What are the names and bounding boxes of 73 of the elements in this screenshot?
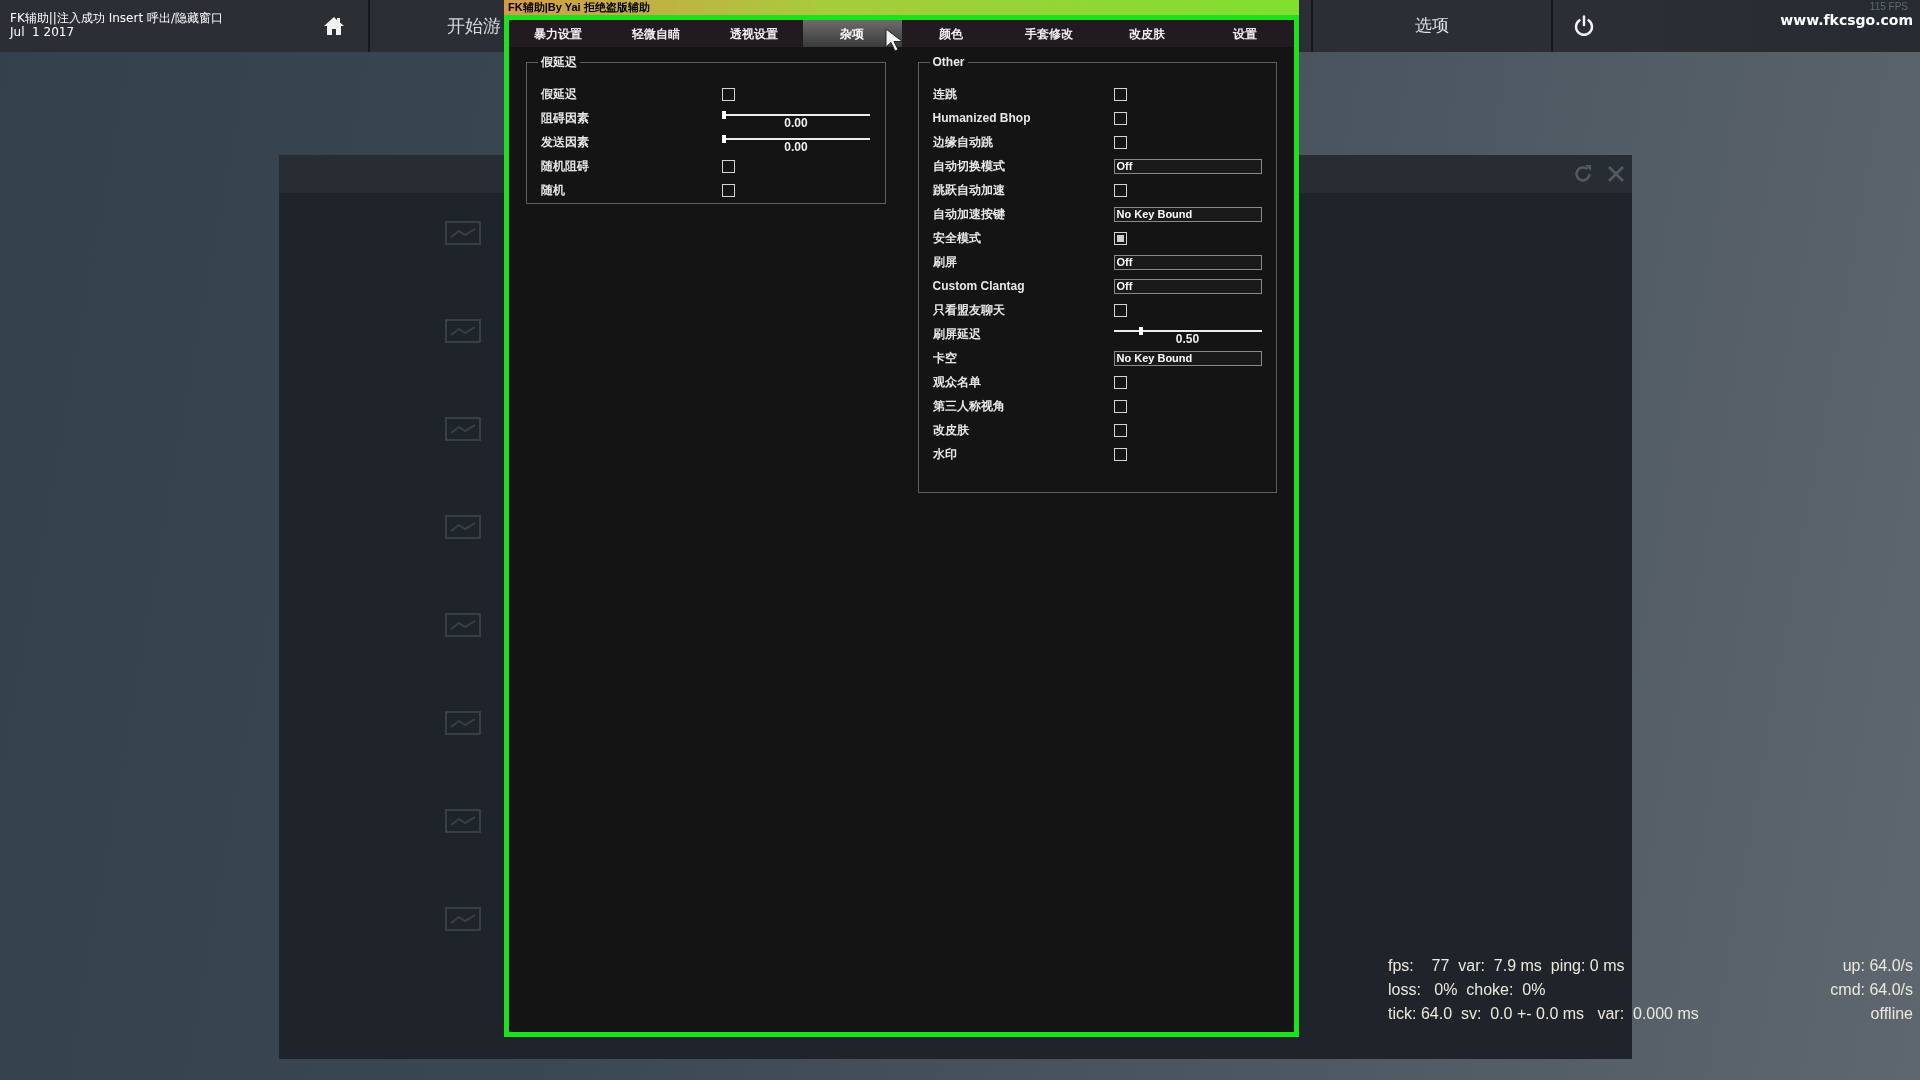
setting-label: 只看盟友聊天 (932, 303, 1005, 317)
setting-label: 边缘自动跳 (932, 135, 993, 149)
dropdown-field[interactable]: Off (1113, 254, 1262, 270)
menu-tab[interactable]: 杂项 (803, 20, 902, 47)
setting-label: 刷屏延迟 (932, 327, 981, 341)
checkbox[interactable] (1113, 447, 1127, 461)
net-graph-line: cmd: 64.0/s (1830, 980, 1913, 1000)
setting-label: 安全模式 (932, 231, 981, 245)
menu-tab[interactable]: 设置 (1195, 20, 1294, 47)
menu-tab[interactable]: 手套修改 (999, 20, 1098, 47)
setting-label: 自动加速按键 (932, 207, 1005, 221)
setting-label: 阻碍因素 (541, 111, 589, 125)
net-graph-line: fps: 77 var: 7.9 ms ping: 0 ms (1388, 956, 1625, 976)
power-icon (1573, 15, 1595, 37)
menu-tab[interactable]: 颜色 (901, 20, 1000, 47)
setting-label: 随机阻碍 (541, 159, 589, 173)
menu-tab[interactable]: 轻微自瞄 (607, 20, 706, 47)
checkbox[interactable] (1113, 87, 1127, 101)
keybind-field[interactable]: No Key Bound (1113, 350, 1262, 366)
setting-label: 观众名单 (932, 375, 981, 389)
group-title: 假延迟 (538, 55, 580, 69)
status-line: Jul 1 2017 (10, 25, 75, 39)
setting-label: Humanized Bhop (932, 111, 1031, 125)
net-graph-line: tick: 64.0 sv: 0.0 +- 0.0 ms var: 0.000 ms (1388, 1004, 1699, 1024)
checkbox[interactable] (1113, 135, 1127, 149)
fps-counter: 115 FPS (1869, 1, 1908, 12)
menu-tab[interactable]: 透视设置 (705, 20, 804, 47)
checkbox[interactable] (1113, 423, 1127, 437)
slider-thumb[interactable] (722, 135, 726, 143)
setting-label: 跳跃自动加速 (932, 183, 1005, 197)
home-icon (323, 16, 345, 36)
dropdown-field[interactable]: Off (1113, 278, 1262, 294)
slider-track[interactable] (722, 135, 870, 141)
setting-label: 改皮肤 (932, 423, 969, 437)
play-button[interactable]: 开始游 (370, 0, 504, 52)
dropdown-field[interactable]: Off (1113, 158, 1262, 174)
site-url: www.fkcsgo.com (1780, 12, 1913, 28)
checkbox[interactable] (1113, 375, 1127, 389)
checkbox[interactable] (1113, 303, 1127, 317)
slider-track[interactable] (1113, 327, 1262, 333)
setting-label: 发送因素 (541, 135, 589, 149)
setting-label: 随机 (541, 183, 565, 197)
slider-value: 0.00 (784, 117, 808, 130)
checkbox[interactable] (722, 87, 735, 101)
checkbox[interactable] (722, 183, 735, 197)
window-title: FK辅助|By Yai 拒绝盗版辅助 (508, 1, 650, 14)
options-button[interactable]: 选项 (1313, 0, 1551, 52)
checkbox[interactable] (722, 159, 735, 173)
setting-label: 连跳 (932, 87, 957, 101)
net-graph-line: offline (1870, 1004, 1913, 1024)
setting-label: 自动切换模式 (932, 159, 1005, 173)
checkbox[interactable] (1113, 231, 1127, 245)
setting-label: 刷屏 (932, 255, 957, 269)
slider-thumb[interactable] (722, 111, 726, 119)
checkbox[interactable] (1113, 111, 1127, 125)
setting-label: 第三人称视角 (932, 399, 1005, 413)
slider-thumb[interactable] (1139, 327, 1144, 335)
slider-track[interactable] (722, 111, 870, 117)
keybind-field[interactable]: No Key Bound (1113, 206, 1262, 222)
menu-tab[interactable]: 改皮肤 (1097, 20, 1196, 47)
setting-label: 卡空 (932, 351, 957, 365)
status-line: FK辅助||注入成功 Insert 呼出/隐藏窗口 (10, 11, 223, 25)
slider-value: 0.50 (1175, 333, 1200, 346)
net-graph-line: up: 64.0/s (1842, 956, 1913, 976)
setting-label: 假延迟 (541, 87, 577, 101)
setting-label: 水印 (932, 447, 957, 461)
net-graph-line: loss: 0% choke: 0% (1388, 980, 1546, 1000)
group-title: Other (929, 55, 968, 69)
checkbox[interactable] (1113, 183, 1127, 197)
checkbox[interactable] (1113, 399, 1127, 413)
slider-value: 0.00 (784, 141, 808, 154)
setting-label: Custom Clantag (932, 279, 1025, 293)
menu-tab[interactable]: 暴力设置 (509, 20, 608, 47)
